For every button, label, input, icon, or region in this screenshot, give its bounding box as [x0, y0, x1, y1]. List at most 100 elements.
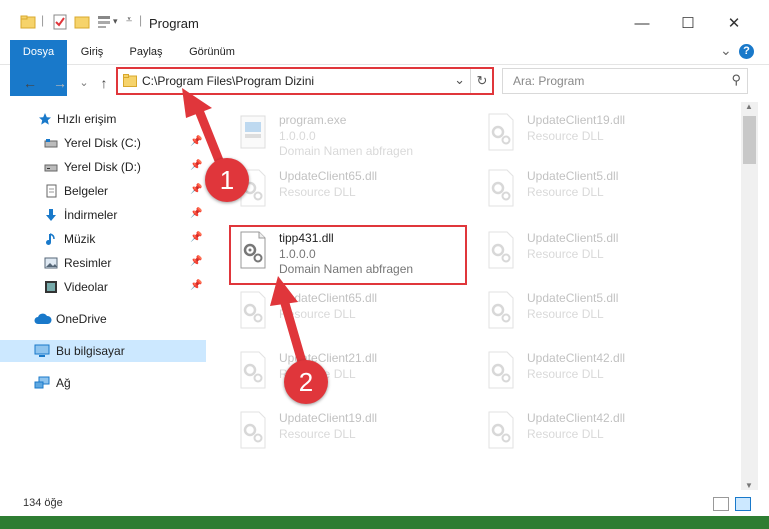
search-icon[interactable]: ⚲: [731, 72, 741, 88]
sidebar-item-label: OneDrive: [56, 312, 107, 326]
recent-locations-button[interactable]: ⌄: [74, 73, 94, 93]
help-icon[interactable]: ?: [739, 44, 754, 59]
up-button[interactable]: ↑: [94, 73, 114, 93]
file-item[interactable]: UpdateClient65.dll Resource DLL: [231, 284, 471, 340]
ribbon-collapse-icon[interactable]: ⌄: [720, 42, 732, 59]
folder-icon[interactable]: [20, 14, 36, 30]
scroll-up-icon[interactable]: ▲: [745, 102, 753, 111]
dll-file-icon: [240, 291, 266, 329]
file-description: Resource DLL: [527, 247, 604, 261]
sidebar-item-label: Yerel Disk (D:): [64, 160, 141, 174]
sidebar-item-local-disk-d[interactable]: Yerel Disk (D:) 📌: [0, 156, 206, 178]
file-name: UpdateClient65.dll: [279, 169, 378, 183]
title-divider: |: [139, 13, 143, 27]
star-icon: [39, 113, 51, 125]
pin-icon[interactable]: 📌: [190, 280, 202, 291]
file-item[interactable]: UpdateClient19.dll Resource DLL: [479, 106, 719, 162]
sidebar-item-label: Yerel Disk (C:): [64, 136, 141, 150]
sidebar-item-documents[interactable]: Belgeler 📌: [0, 180, 206, 202]
pin-icon[interactable]: 📌: [190, 232, 202, 243]
file-item[interactable]: UpdateClient19.dll Resource DLL: [231, 404, 471, 460]
download-icon: [46, 209, 56, 221]
music-icon: [46, 233, 55, 245]
new-folder-icon[interactable]: [74, 14, 90, 30]
computer-icon: [34, 344, 50, 357]
file-description: Resource DLL: [527, 129, 604, 143]
sidebar-item-quick-access[interactable]: Hızlı erişim: [0, 108, 206, 130]
step-2-badge: 2: [284, 360, 328, 404]
sidebar-item-label: Videolar: [64, 280, 108, 294]
file-name: UpdateClient42.dll: [527, 351, 626, 365]
dll-file-icon: [488, 351, 514, 389]
file-description: Domain Namen abfragen: [279, 144, 414, 158]
tab-share[interactable]: Paylaş: [124, 40, 168, 64]
file-description: Resource DLL: [279, 185, 356, 199]
file-item[interactable]: UpdateClient5.dll Resource DLL: [479, 284, 719, 340]
properties-icon[interactable]: [52, 14, 68, 30]
quick-access-dropdown-icon[interactable]: ⩡: [126, 14, 132, 27]
file-description: Resource DLL: [279, 427, 356, 441]
exe-file-icon: [240, 115, 266, 149]
pin-icon[interactable]: 📌: [190, 160, 202, 171]
navigation-pane: Hızlı erişim Yerel Disk (C:) 📌 Yerel Dis…: [0, 102, 206, 490]
maximize-button[interactable]: ☐: [665, 10, 711, 38]
details-view-icon[interactable]: [713, 497, 729, 511]
minimize-button[interactable]: —: [619, 10, 665, 38]
pin-icon[interactable]: 📌: [190, 136, 202, 147]
drive-icon: [44, 139, 58, 148]
tab-home[interactable]: Giriş: [74, 40, 110, 64]
dll-file-icon: [488, 411, 514, 449]
sidebar-item-onedrive[interactable]: OneDrive: [0, 308, 206, 330]
video-icon: [45, 281, 57, 293]
pin-icon[interactable]: 📌: [190, 256, 202, 267]
file-name: UpdateClient19.dll: [279, 411, 378, 425]
back-button[interactable]: ←: [20, 73, 40, 93]
step-1-badge: 1: [205, 158, 249, 202]
file-item[interactable]: UpdateClient21.dll Resource DLL: [231, 344, 471, 400]
pictures-icon: [44, 257, 58, 269]
sidebar-item-label: Bu bilgisayar: [56, 344, 125, 358]
file-highlight: [229, 225, 467, 285]
scrollbar-thumb[interactable]: [743, 116, 756, 164]
sidebar-item-music[interactable]: Müzik 📌: [0, 228, 206, 250]
search-box[interactable]: Ara: Program ⚲: [502, 68, 748, 94]
file-description: Resource DLL: [527, 427, 604, 441]
dll-file-icon: [240, 411, 266, 449]
chevron-down-icon[interactable]: ▾: [113, 16, 118, 27]
status-bar: 134 öğe: [0, 490, 769, 516]
close-button[interactable]: ✕: [711, 10, 757, 38]
large-icons-view-icon[interactable]: [735, 497, 751, 511]
file-item[interactable]: UpdateClient42.dll Resource DLL: [479, 404, 719, 460]
sidebar-item-label: İndirmeler: [64, 208, 118, 222]
sidebar-item-pictures[interactable]: Resimler 📌: [0, 252, 206, 274]
address-bar-highlight: [116, 67, 494, 95]
dll-file-icon: [240, 351, 266, 389]
file-item[interactable]: UpdateClient5.dll Resource DLL: [479, 224, 719, 280]
file-item[interactable]: program.exe 1.0.0.0 Domain Namen abfrage…: [231, 106, 471, 162]
tab-view[interactable]: Görünüm: [182, 40, 242, 64]
dll-file-icon: [488, 113, 514, 151]
forward-button[interactable]: →: [50, 73, 70, 93]
search-placeholder: Ara: Program: [513, 74, 585, 88]
pin-icon[interactable]: 📌: [190, 208, 202, 219]
scroll-down-icon[interactable]: ▼: [745, 481, 753, 490]
file-item[interactable]: UpdateClient5.dll Resource DLL: [479, 162, 719, 218]
sidebar-item-label: Resimler: [64, 256, 112, 270]
file-item[interactable]: UpdateClient65.dll Resource DLL: [231, 162, 471, 218]
file-name: UpdateClient5.dll: [527, 231, 619, 245]
sidebar-item-network[interactable]: Ağ: [0, 372, 206, 394]
file-version: 1.0.0.0: [279, 129, 316, 143]
sidebar-item-downloads[interactable]: İndirmeler 📌: [0, 204, 206, 226]
cloud-icon: [34, 313, 52, 324]
sidebar-item-videos[interactable]: Videolar 📌: [0, 276, 206, 298]
sidebar-item-local-disk-c[interactable]: Yerel Disk (C:) 📌: [0, 132, 206, 154]
file-name: UpdateClient65.dll: [279, 291, 378, 305]
documents-icon: [46, 184, 57, 198]
file-item[interactable]: UpdateClient42.dll Resource DLL: [479, 344, 719, 400]
pin-icon[interactable]: 📌: [190, 184, 202, 195]
file-list: program.exe 1.0.0.0 Domain Namen abfrage…: [207, 102, 741, 490]
sidebar-item-this-pc[interactable]: Bu bilgisayar: [0, 340, 206, 362]
explorer-window: | ▾ ⩡ | Program — ☐ ✕ Dosya Giriş Paylaş…: [0, 0, 769, 516]
customize-icon[interactable]: [96, 14, 112, 30]
file-description: Resource DLL: [527, 367, 604, 381]
